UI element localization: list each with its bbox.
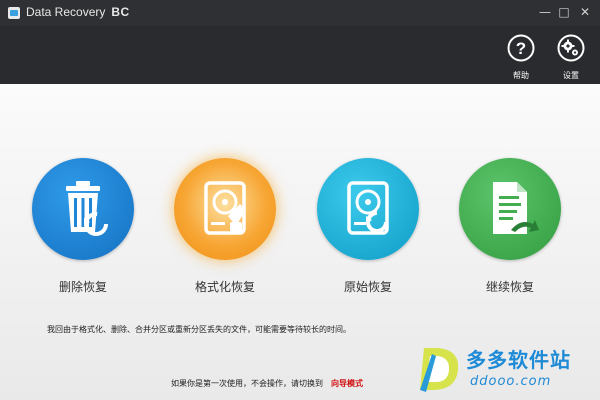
main-panel: 删除恢复 格式化恢复 原始恢复 继续恢复 我回由于格式化、删除、合并分区或重新分…: [0, 84, 600, 400]
window-title-suffix: BC: [111, 5, 130, 19]
document-continue-icon: [493, 182, 539, 234]
tile-format-recovery[interactable]: 格式化恢复: [155, 158, 295, 295]
disk-format-icon: [204, 181, 246, 235]
close-button[interactable]: ✕: [576, 3, 594, 21]
tile-continue-recovery[interactable]: 继续恢复: [440, 158, 580, 295]
format-recovery-label: 格式化恢复: [194, 280, 255, 294]
tile-delete-recovery[interactable]: 删除恢复: [13, 158, 153, 295]
footer-text: 如果你是第一次使用，不会操作，请切换到 向导模式: [171, 378, 363, 389]
tile-raw-recovery[interactable]: 原始恢复: [298, 158, 438, 295]
window-title-text: Data Recovery: [26, 5, 106, 19]
settings-label: 设置: [563, 71, 579, 80]
hint-text: 我回由于格式化、删除、合并分区或重新分区丢失的文件，可能需要等待较长的时间。: [47, 325, 351, 334]
gear-icon: [557, 34, 585, 62]
format-recovery-button[interactable]: [174, 158, 276, 260]
wizard-mode-link[interactable]: 向导模式: [331, 379, 363, 388]
help-button[interactable]: ? 帮助: [501, 34, 541, 80]
help-label: 帮助: [513, 71, 529, 80]
raw-recovery-button[interactable]: [317, 158, 419, 260]
settings-button[interactable]: 设置: [551, 34, 591, 80]
disk-raw-icon: [347, 181, 389, 235]
delete-recovery-label: 删除恢复: [58, 280, 107, 294]
raw-recovery-label: 原始恢复: [343, 280, 392, 294]
footer-message: 如果你是第一次使用，不会操作，请切换到: [171, 379, 323, 388]
watermark-logo-icon: [420, 348, 459, 392]
watermark-url: ddooo.com: [470, 374, 552, 389]
continue-recovery-label: 继续恢复: [485, 280, 534, 294]
trash-restore-icon: [66, 181, 108, 236]
app-logo-icon: [8, 7, 20, 19]
watermark-title: 多多软件站: [466, 348, 571, 372]
help-symbol: ?: [516, 39, 526, 58]
help-icon: ?: [507, 34, 535, 62]
toolbar: ? 帮助 设置: [0, 26, 600, 84]
maximize-button[interactable]: □: [555, 3, 573, 21]
watermark: 多多软件站 ddooo.com: [418, 344, 596, 396]
minimize-button[interactable]: —: [536, 3, 554, 21]
continue-recovery-button[interactable]: [459, 158, 561, 260]
window-title: Data Recovery BC: [26, 5, 130, 19]
title-bar: Data Recovery BC — □ ✕: [0, 0, 600, 26]
delete-recovery-button[interactable]: [32, 158, 134, 260]
